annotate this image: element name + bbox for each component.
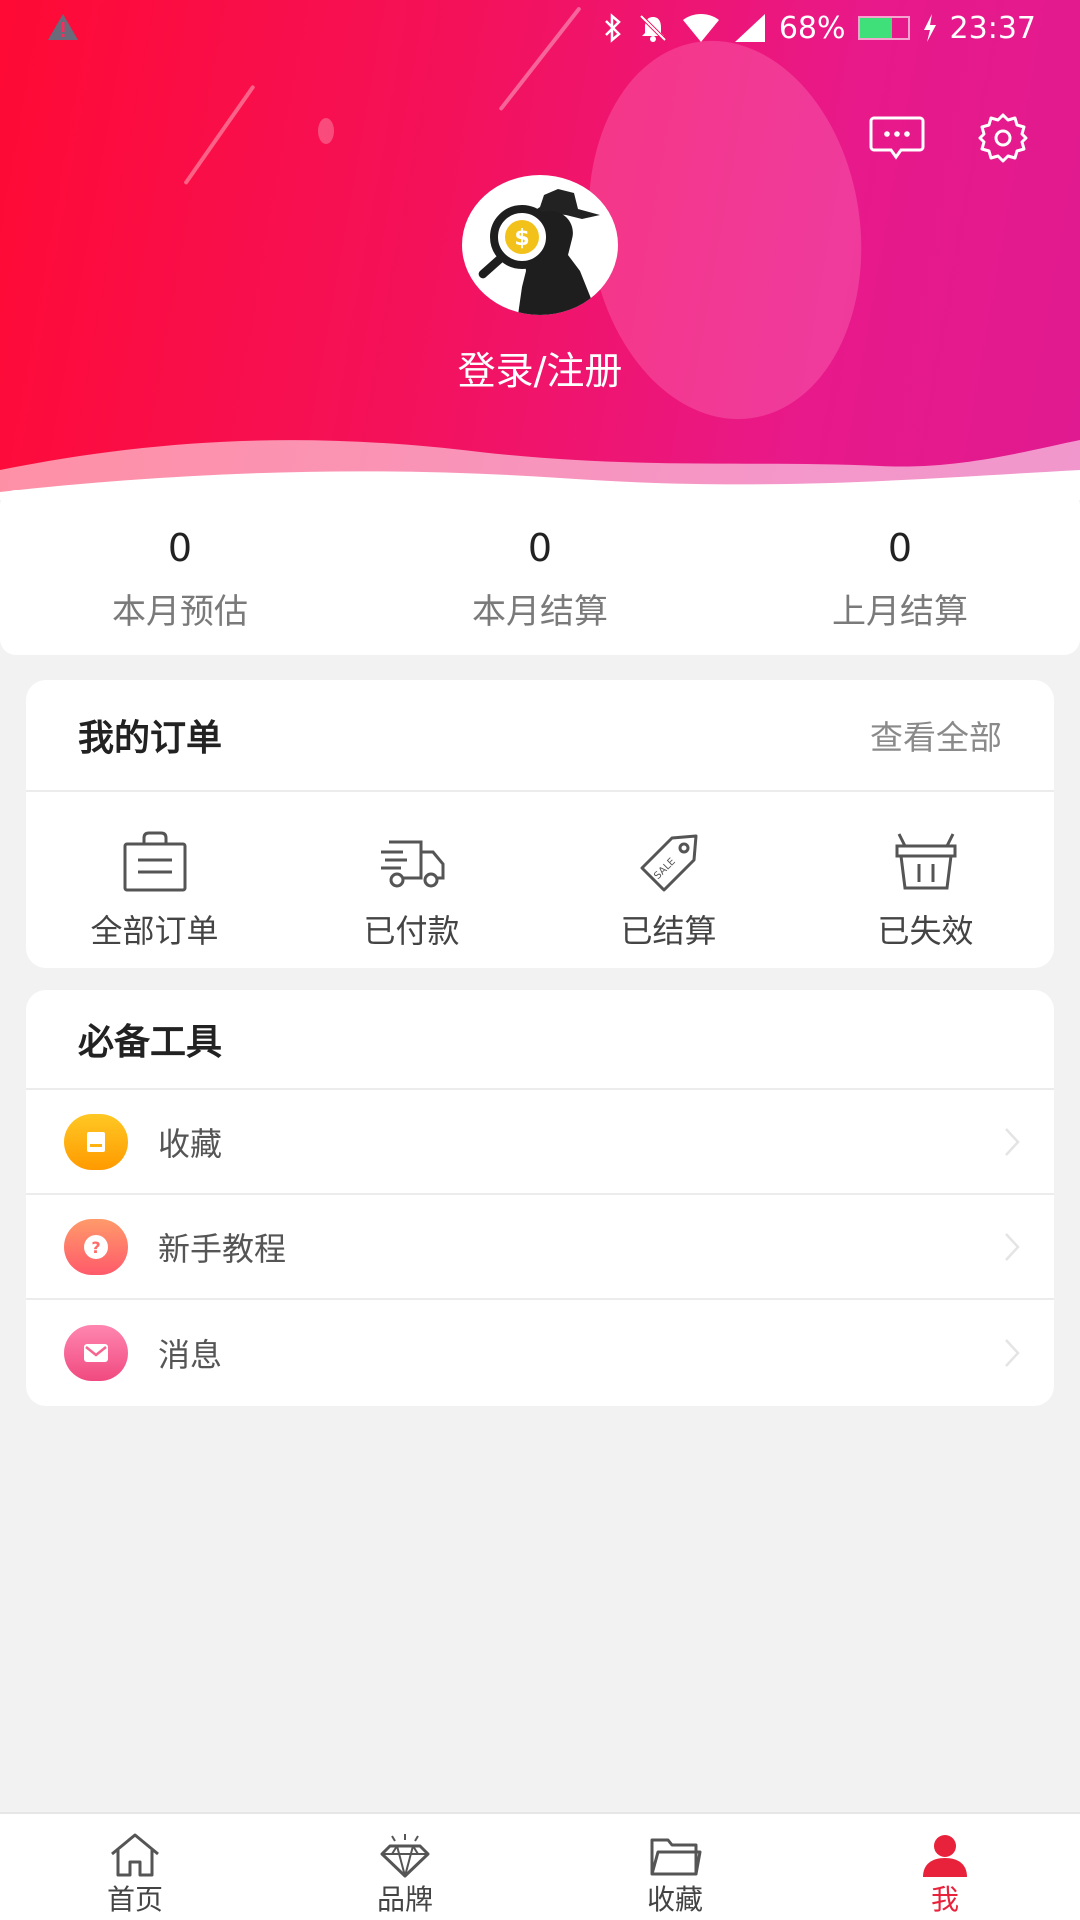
signal-icon [734, 14, 765, 42]
order-label: 已付款 [363, 912, 460, 950]
tool-label: 收藏 [158, 1124, 223, 1163]
message-button[interactable] [868, 112, 926, 164]
order-settled-button[interactable]: SALE 已结算 [540, 792, 797, 968]
help-icon: ? [64, 1218, 128, 1275]
stat-value: 0 [887, 526, 913, 570]
tools-card: 必备工具 收藏 ? 新手教程 消息 [26, 990, 1054, 1406]
nav-brand[interactable]: 品牌 [270, 1814, 540, 1920]
chevron-right-icon [1005, 1338, 1020, 1367]
bookmark-icon [64, 1113, 128, 1170]
order-label: 全部订单 [90, 912, 219, 950]
view-all-orders-link[interactable]: 查看全部 [870, 711, 1002, 759]
stat-this-month-settled[interactable]: 0 本月结算 [360, 490, 720, 655]
tools-title: 必备工具 [78, 1022, 223, 1063]
home-icon [111, 1833, 159, 1877]
detective-avatar-icon: $ [478, 189, 600, 315]
orders-title: 我的订单 [78, 718, 223, 759]
svg-text:?: ? [91, 1238, 100, 1257]
tool-label: 新手教程 [158, 1229, 287, 1268]
settings-button[interactable] [974, 112, 1032, 164]
tool-item-tutorial[interactable]: ? 新手教程 [26, 1195, 1054, 1300]
svg-text:$: $ [514, 226, 529, 251]
avatar[interactable]: $ [462, 175, 618, 315]
order-status-row: 全部订单 已付款 SALE 已结算 已失效 [26, 792, 1054, 968]
stat-label: 本月预估 [112, 592, 248, 632]
nav-label: 我 [930, 1883, 959, 1916]
header-decoration-streak [183, 84, 256, 186]
orders-header: 我的订单 查看全部 [26, 680, 1054, 792]
order-all-button[interactable]: 全部订单 [26, 792, 283, 968]
bottom-navigation: 首页 品牌 收藏 我 [0, 1812, 1080, 1920]
status-right-group: 68% 23:37 [601, 6, 1036, 50]
earnings-stats: 0 本月预估 0 本月结算 0 上月结算 [0, 490, 1080, 655]
delivery-truck-icon [380, 840, 444, 888]
nav-home[interactable]: 首页 [0, 1814, 270, 1920]
stat-label: 本月结算 [472, 592, 608, 632]
order-label: 已失效 [877, 912, 974, 950]
login-register-link[interactable]: 登录/注册 [0, 340, 1080, 395]
bluetooth-icon [604, 13, 621, 43]
tool-item-messages[interactable]: 消息 [26, 1300, 1054, 1405]
status-bar: 68% 23:37 [0, 0, 1080, 56]
header-decoration-dot [318, 118, 334, 144]
nav-label: 首页 [106, 1883, 163, 1916]
nav-me[interactable]: 我 [810, 1814, 1080, 1920]
order-label: 已结算 [620, 912, 717, 950]
settings-icon [978, 113, 1028, 163]
message-icon [869, 116, 925, 160]
stat-value: 0 [167, 526, 193, 570]
tool-item-favorites[interactable]: 收藏 [26, 1090, 1054, 1195]
battery-percent: 68% [778, 10, 846, 46]
my-orders-card: 我的订单 查看全部 全部订单 已付款 SALE 已结算 已失效 [26, 680, 1054, 968]
tools-header: 必备工具 [26, 990, 1054, 1090]
stat-this-month-estimate[interactable]: 0 本月预估 [0, 490, 360, 655]
battery-icon [857, 16, 910, 40]
stat-label: 上月结算 [832, 592, 968, 632]
charging-icon [923, 14, 936, 42]
stat-value: 0 [527, 526, 553, 570]
wifi-icon [682, 14, 719, 42]
folder-icon [650, 1838, 702, 1876]
order-expired-button[interactable]: 已失效 [797, 792, 1054, 968]
chevron-right-icon [1005, 1127, 1020, 1156]
user-icon [923, 1835, 967, 1877]
stat-last-month-settled[interactable]: 0 上月结算 [720, 490, 1080, 655]
status-time: 23:37 [949, 10, 1036, 46]
sale-tag-icon: SALE [640, 834, 697, 892]
shopping-bag-icon [123, 831, 186, 892]
order-paid-button[interactable]: 已付款 [283, 792, 540, 968]
mute-icon [639, 14, 667, 42]
mail-icon [64, 1324, 128, 1381]
nav-favorites[interactable]: 收藏 [540, 1814, 810, 1920]
nav-label: 品牌 [376, 1883, 433, 1916]
warning-icon [48, 14, 78, 40]
nav-label: 收藏 [646, 1883, 703, 1916]
profile-header: 68% 23:37 $ 登录/注册 [0, 0, 1080, 500]
tool-label: 消息 [158, 1335, 223, 1374]
diamond-icon [380, 1834, 430, 1878]
chevron-right-icon [1005, 1232, 1020, 1261]
basket-icon [895, 833, 956, 890]
